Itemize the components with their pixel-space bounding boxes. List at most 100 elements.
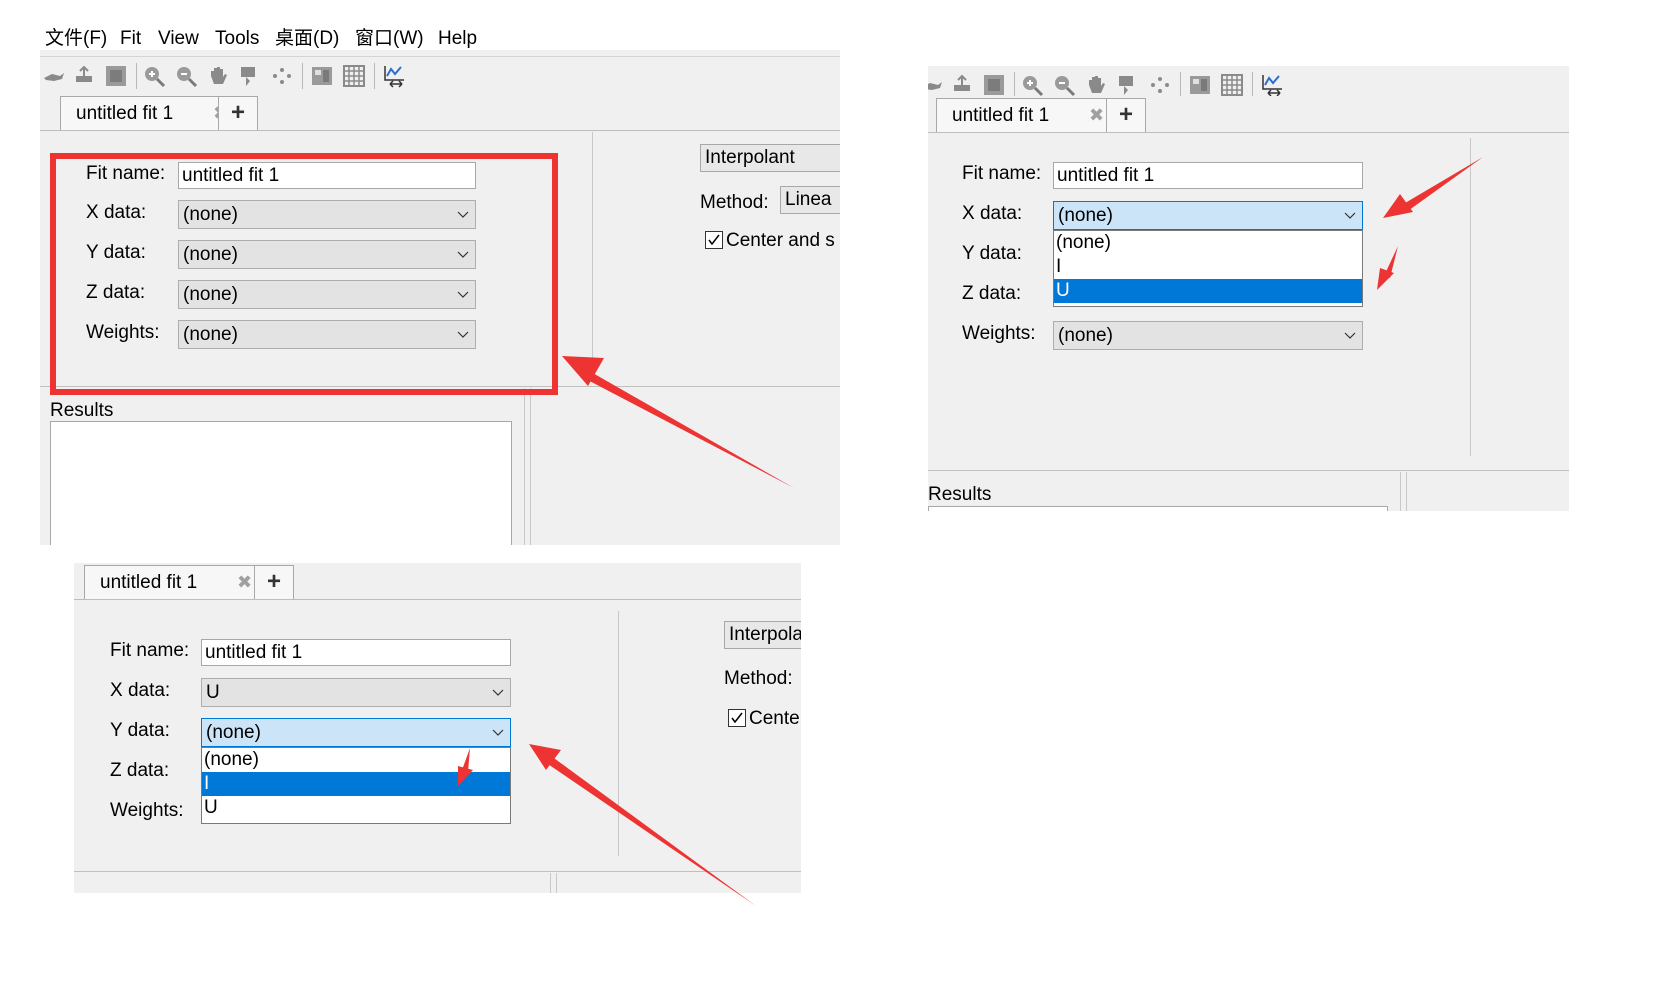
- add-tab-button[interactable]: +: [1106, 98, 1146, 132]
- fit-type-select[interactable]: Interpolant: [700, 144, 840, 172]
- add-tab-button[interactable]: +: [218, 96, 258, 130]
- center-scale-label: Center and s: [726, 230, 835, 251]
- pan-hand-icon[interactable]: [206, 64, 230, 88]
- toolbar-separator: [1252, 72, 1253, 98]
- exclude-outliers-icon[interactable]: [270, 64, 294, 88]
- rotate-icon[interactable]: [42, 64, 66, 88]
- data-tips-icon[interactable]: [238, 64, 262, 88]
- zoom-in-icon[interactable]: [1020, 73, 1044, 97]
- pan-3d-icon[interactable]: [72, 64, 96, 88]
- tab-untitled-fit[interactable]: untitled fit 1 ✖: [936, 98, 1128, 132]
- menu-window[interactable]: 窗口(W): [355, 28, 424, 50]
- tab-label: untitled fit 1: [952, 105, 1050, 126]
- exclude-outliers-icon[interactable]: [1148, 73, 1172, 97]
- axes-limits-icon[interactable]: [382, 64, 406, 88]
- y-data-label: Y data:: [962, 243, 1022, 264]
- weights-label: Weights:: [962, 323, 1036, 344]
- chevron-down-icon: [492, 729, 504, 736]
- fit-name-input[interactable]: untitled fit 1: [1053, 162, 1363, 189]
- section-divider: [928, 470, 1569, 471]
- grid-icon[interactable]: [1220, 73, 1244, 97]
- legend-icon[interactable]: [310, 64, 334, 88]
- close-icon[interactable]: ✖: [1089, 105, 1104, 126]
- plot-divider: [530, 388, 531, 545]
- menu-fit[interactable]: Fit: [120, 28, 141, 50]
- y-data-label: Y data:: [110, 720, 170, 741]
- plot-divider: [524, 388, 525, 545]
- results-label: Results: [928, 484, 992, 505]
- zoom-out-icon[interactable]: [1052, 73, 1076, 97]
- results-textarea[interactable]: [50, 421, 512, 545]
- curve-fitter-panel-2: untitled fit 1 ✖ + Fit name: untitled fi…: [928, 66, 1569, 511]
- dropdown-option-selected[interactable]: U: [1054, 279, 1362, 303]
- tab-strip: untitled fit 1 ✖ +: [74, 563, 801, 600]
- tab-strip: untitled fit 1 ✖ +: [40, 94, 840, 131]
- chevron-down-icon: [492, 689, 504, 696]
- x-data-select[interactable]: (none): [1053, 201, 1363, 230]
- panel-divider: [618, 611, 619, 856]
- fit-name-label: Fit name:: [110, 640, 190, 661]
- toolbar-separator: [136, 63, 137, 89]
- y-data-dropdown-list: (none) I U: [201, 747, 511, 824]
- menu-file[interactable]: 文件(F): [45, 28, 107, 50]
- menu-desktop[interactable]: 桌面(D): [275, 28, 339, 50]
- method-select[interactable]: Linea: [780, 186, 840, 214]
- fit-type-select[interactable]: Interpola: [724, 621, 801, 649]
- dropdown-option[interactable]: (none): [202, 748, 510, 772]
- x-data-dropdown-list: (none) I U: [1053, 230, 1363, 307]
- axes-limits-icon[interactable]: [1260, 73, 1284, 97]
- weights-select[interactable]: (none): [1053, 321, 1363, 350]
- fit-name-input[interactable]: untitled fit 1: [201, 639, 511, 666]
- x-data-label: X data:: [962, 203, 1023, 224]
- data-tips-icon[interactable]: [1116, 73, 1140, 97]
- plot-divider: [556, 873, 557, 893]
- legend-icon[interactable]: [1188, 73, 1212, 97]
- add-tab-button[interactable]: +: [254, 565, 294, 599]
- data-cursor-icon[interactable]: [104, 64, 128, 88]
- weights-value: (none): [1058, 325, 1113, 346]
- dropdown-option[interactable]: U: [202, 796, 510, 820]
- toolbar: [40, 56, 840, 95]
- method-label: Method:: [700, 192, 769, 213]
- weights-label: Weights:: [110, 800, 184, 821]
- x-data-value: (none): [1058, 205, 1113, 226]
- menu-bar: 文件(F) Fit View Tools 桌面(D) 窗口(W) Help: [40, 28, 840, 50]
- menu-view[interactable]: View: [158, 28, 199, 50]
- tab-label: untitled fit 1: [100, 572, 198, 593]
- results-textarea[interactable]: [928, 506, 1388, 511]
- data-cursor-icon[interactable]: [982, 73, 1006, 97]
- dropdown-option[interactable]: (none): [1054, 231, 1362, 255]
- toolbar-separator: [374, 63, 375, 89]
- tab-strip: untitled fit 1 ✖ +: [928, 96, 1569, 133]
- pan-hand-icon[interactable]: [1084, 73, 1108, 97]
- center-scale-label: Cente: [749, 708, 800, 729]
- zoom-out-icon[interactable]: [174, 64, 198, 88]
- menu-tools[interactable]: Tools: [215, 28, 259, 50]
- dropdown-option[interactable]: I: [1054, 255, 1362, 279]
- center-scale-checkbox[interactable]: [728, 709, 746, 727]
- rotate-icon[interactable]: [928, 73, 944, 97]
- chevron-down-icon: [1344, 212, 1356, 219]
- pan-3d-icon[interactable]: [950, 73, 974, 97]
- y-data-select[interactable]: (none): [201, 718, 511, 747]
- check-icon: [708, 234, 720, 246]
- curve-fitter-panel-3: untitled fit 1 ✖ + Fit name: untitled fi…: [74, 563, 801, 893]
- results-label: Results: [50, 400, 114, 421]
- center-scale-checkbox[interactable]: [705, 231, 723, 249]
- x-data-value: U: [206, 682, 220, 703]
- tab-label: untitled fit 1: [76, 103, 174, 124]
- close-icon[interactable]: ✖: [237, 572, 252, 593]
- x-data-select[interactable]: U: [201, 678, 511, 707]
- grid-icon[interactable]: [342, 64, 366, 88]
- toolbar-separator: [302, 63, 303, 89]
- z-data-label: Z data:: [962, 283, 1022, 304]
- panel-divider: [1470, 138, 1471, 456]
- dropdown-option-selected[interactable]: I: [202, 772, 510, 796]
- plot-divider: [1400, 472, 1401, 511]
- fit-name-label: Fit name:: [962, 163, 1042, 184]
- tab-untitled-fit[interactable]: untitled fit 1 ✖: [84, 565, 276, 599]
- y-data-value: (none): [206, 722, 261, 743]
- zoom-in-icon[interactable]: [142, 64, 166, 88]
- toolbar-separator: [1180, 72, 1181, 98]
- menu-help[interactable]: Help: [438, 28, 477, 50]
